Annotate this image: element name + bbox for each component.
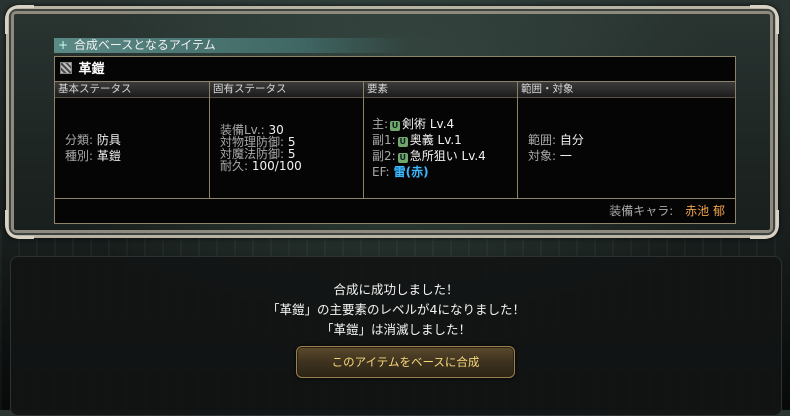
item-icon bbox=[60, 62, 72, 74]
result-message: 「革鎧」は消滅しました！ bbox=[320, 322, 471, 337]
element-row: 主: U 剣術 Lv.4 bbox=[372, 116, 517, 132]
basic-status-column: 基本ステータス 分類: 防具 種別: 革鎧 bbox=[55, 82, 210, 198]
stat-label: 対象: bbox=[528, 149, 557, 163]
stat-value: 防具 bbox=[96, 133, 121, 147]
column-body: 分類: 防具 種別: 革鎧 bbox=[55, 98, 209, 198]
stat-row: 対象: 一 bbox=[528, 148, 735, 164]
frame-corner-ornament bbox=[750, 5, 779, 34]
column-header: 固有ステータス bbox=[210, 82, 363, 98]
stat-value: 自分 bbox=[559, 133, 584, 147]
result-dialog: 合成に成功しました！ 「革鎧」の主要素のレベルが4になりました！ 「革鎧」は消滅… bbox=[10, 256, 782, 416]
stat-row: 種別: 革鎧 bbox=[65, 148, 209, 164]
ef-value: 雷(赤) bbox=[393, 165, 429, 179]
frame-corner-ornament bbox=[5, 210, 34, 239]
ef-label: EF: bbox=[372, 165, 390, 179]
frame-corner-ornament bbox=[5, 5, 34, 34]
element-row: 副2: U 急所狙い Lv.4 bbox=[372, 148, 517, 164]
stat-value: 100/100 bbox=[251, 159, 302, 173]
stat-label: 範囲: bbox=[528, 133, 557, 147]
u-badge-icon: U bbox=[397, 137, 408, 147]
result-message: 合成に成功しました！ bbox=[333, 282, 459, 297]
result-message: 「革鎧」の主要素のレベルが4になりました！ bbox=[267, 302, 525, 317]
elements-column: 要素 主: U 剣術 Lv.4 副1: U 奥義 Lv.1 副2: U 急所狙い Lv.4 … bbox=[364, 82, 518, 198]
u-badge-icon: U bbox=[397, 153, 408, 163]
stat-label: 種別: bbox=[65, 149, 94, 163]
equip-character-label: 装備キャラ: bbox=[609, 204, 674, 218]
column-body: 装備Lv.: 30 対物理防御: 5 対魔法防御: 5 耐久: 100/100 bbox=[210, 98, 363, 198]
element-value: 奥義 Lv.1 bbox=[409, 133, 462, 147]
stat-value: 一 bbox=[559, 149, 572, 163]
element-value: 急所狙い Lv.4 bbox=[409, 149, 486, 163]
equip-character-row: 装備キャラ: 赤池 郁 bbox=[609, 201, 725, 221]
element-label: 主: bbox=[372, 117, 389, 131]
item-name: 革鎧 bbox=[78, 62, 105, 77]
ef-row: EF: 雷(赤) bbox=[372, 164, 517, 180]
column-header: 基本ステータス bbox=[55, 82, 209, 98]
element-label: 副2: bbox=[372, 149, 396, 163]
stat-row: 範囲: 自分 bbox=[528, 132, 735, 148]
plus-icon: + bbox=[58, 38, 69, 52]
element-label: 副1: bbox=[372, 133, 396, 147]
status-columns: 基本ステータス 分類: 防具 種別: 革鎧 固有ステータス 装備Lv.: 30 … bbox=[55, 82, 735, 199]
u-badge-icon: U bbox=[390, 121, 401, 131]
stat-label: 分類: bbox=[65, 133, 94, 147]
equip-character-name: 赤池 郁 bbox=[685, 204, 725, 218]
stat-label: 耐久: bbox=[220, 159, 249, 173]
column-header: 要素 bbox=[364, 82, 517, 98]
column-body: 主: U 剣術 Lv.4 副1: U 奥義 Lv.1 副2: U 急所狙い Lv.4 EF:… bbox=[364, 98, 517, 198]
column-header: 範囲・対象 bbox=[518, 82, 735, 98]
unique-status-column: 固有ステータス 装備Lv.: 30 対物理防御: 5 対魔法防御: 5 耐久: … bbox=[210, 82, 364, 198]
section-title-bar: + 合成ベースとなるアイテム bbox=[54, 38, 410, 53]
element-row: 副1: U 奥義 Lv.1 bbox=[372, 132, 517, 148]
item-name-row: 革鎧 bbox=[55, 57, 735, 82]
section-title: 合成ベースとなるアイテム bbox=[73, 38, 216, 52]
column-body: 範囲: 自分 対象: 一 bbox=[518, 98, 735, 198]
item-status-panel: 革鎧 基本ステータス 分類: 防具 種別: 革鎧 固有ステータス 装備Lv.: … bbox=[54, 56, 736, 224]
range-target-column: 範囲・対象 範囲: 自分 対象: 一 bbox=[518, 82, 735, 198]
stat-value: 革鎧 bbox=[96, 149, 121, 163]
stat-row: 分類: 防具 bbox=[65, 132, 209, 148]
synthesize-with-base-button[interactable]: このアイテムをベースに合成 bbox=[296, 346, 515, 378]
frame-corner-ornament bbox=[750, 210, 779, 239]
element-value: 剣術 Lv.4 bbox=[402, 117, 455, 131]
stat-row: 耐久: 100/100 bbox=[220, 160, 363, 172]
